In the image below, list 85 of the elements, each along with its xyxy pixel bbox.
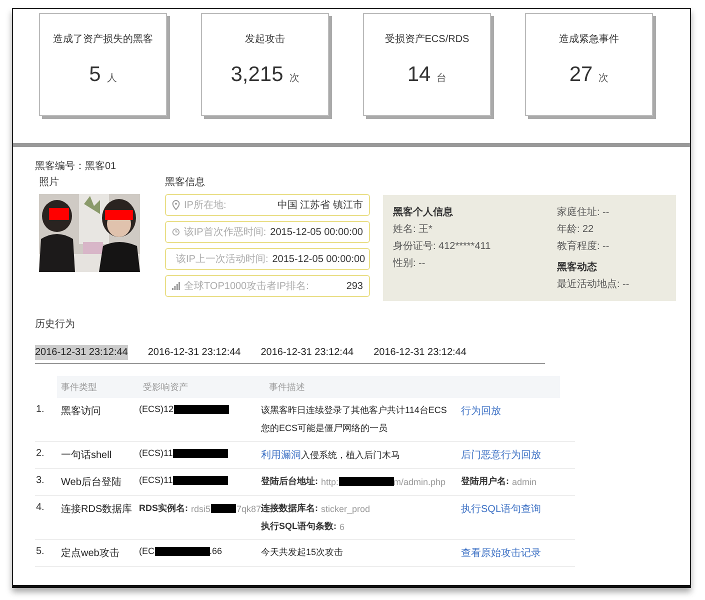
field-value: m/admin.php xyxy=(394,476,446,486)
panel-text: 姓名: 王* xyxy=(393,223,434,236)
field-value: admin xyxy=(512,476,537,486)
row-number: 3. xyxy=(35,475,46,486)
info-value: 293 xyxy=(346,280,363,292)
history-title: 历史行为 xyxy=(35,318,76,331)
field-value: 7qk87 xyxy=(236,504,261,514)
cell-text: (EC xyxy=(139,546,154,556)
cell-text: .66 xyxy=(210,546,222,556)
column-header: 事件类型 xyxy=(60,380,98,394)
info-value: 中国 江苏省 镇江市 xyxy=(277,198,363,212)
cell-text: 入侵系统，植入后门木马 xyxy=(301,448,400,462)
photo-label: 照片 xyxy=(39,176,60,189)
redaction-bar xyxy=(172,448,228,458)
field-value: sticker_prod xyxy=(321,504,370,514)
stat-value: 27 xyxy=(569,63,593,87)
field-value: 6 xyxy=(340,522,345,532)
panel-text: 最近活动地点: -- xyxy=(556,278,630,291)
event-type: 黑客访问 xyxy=(61,404,102,418)
info-label: 全球TOP1000攻击者IP排名: xyxy=(184,280,309,293)
link[interactable]: 查看原始攻击记录 xyxy=(461,546,541,560)
info-label: IP所在地: xyxy=(184,198,226,212)
cell-text: (ECS)11 xyxy=(139,475,173,485)
clock-icon xyxy=(172,227,180,237)
info-value: 2015-12-05 00:00:00 xyxy=(270,226,363,238)
redaction-bar xyxy=(172,476,228,484)
link[interactable]: 利用漏洞 xyxy=(261,448,301,462)
stat-unit: 次 xyxy=(598,72,609,85)
signal-bars-icon xyxy=(172,282,180,290)
date-tab[interactable]: 2016-12-31 23:12:44 xyxy=(260,345,354,360)
column-header: 事件描述 xyxy=(268,380,306,394)
redaction-bar xyxy=(154,546,210,556)
event-type: 定点web攻击 xyxy=(61,546,120,560)
link[interactable]: 后门恶意行为回放 xyxy=(461,448,541,462)
link[interactable]: 执行SQL语句查询 xyxy=(461,502,542,516)
cell-text: (ECS)11 xyxy=(139,448,173,458)
location-pin-icon xyxy=(172,200,180,210)
panel-text: 身份证号: 412*****411 xyxy=(393,240,492,253)
panel-heading: 黑客个人信息 xyxy=(393,205,454,219)
stat-title: 发起攻击 xyxy=(245,32,285,46)
panel-heading: 黑客动态 xyxy=(556,260,598,274)
date-tab[interactable]: 2016-12-31 23:12:44 xyxy=(35,345,128,360)
redaction-bar xyxy=(338,477,394,486)
stat-unit: 人 xyxy=(106,72,117,85)
stat-unit: 台 xyxy=(436,72,447,85)
cell-text: 今天共发起15次攻击 xyxy=(261,546,344,559)
cell-text: (ECS)12 xyxy=(139,404,174,414)
field-value: rdsi5 xyxy=(191,504,211,514)
panel-text: 教育程度: -- xyxy=(556,240,610,253)
stat-value: 3,215 xyxy=(230,63,284,87)
date-tab[interactable]: 2016-12-31 23:12:44 xyxy=(374,345,466,360)
stat-title: 受损资产ECS/RDS xyxy=(384,32,470,46)
info-label: 该IP上一次活动时间: xyxy=(176,252,268,266)
stat-unit: 次 xyxy=(289,72,300,85)
row-number: 4. xyxy=(35,502,46,513)
stat-value: 5 xyxy=(89,63,101,87)
row-number: 1. xyxy=(35,404,46,415)
event-type: 一句话shell xyxy=(61,448,113,462)
field-label: 连接数据库名: xyxy=(261,502,318,515)
panel-text: 性别: -- xyxy=(393,256,426,270)
stat-title: 造成了资产损失的黑客 xyxy=(53,32,153,46)
event-type: 连接RDS数据库 xyxy=(61,502,134,516)
panel-text: 家庭住址: -- xyxy=(556,206,610,219)
field-label: RDS实例名: xyxy=(139,502,188,515)
redaction-bar xyxy=(210,504,236,513)
row-number: 2. xyxy=(35,448,46,459)
field-label: 执行SQL语句条数: xyxy=(261,520,336,533)
field-label: 登陆用户名: xyxy=(461,475,509,488)
column-header: 受影响资产 xyxy=(142,380,189,394)
row-number: 5. xyxy=(35,546,46,557)
cell-text: 您的ECS可能是僵尸网络的一员 xyxy=(261,422,388,435)
redaction-bar xyxy=(174,404,229,414)
link[interactable]: 行为回放 xyxy=(461,404,501,418)
event-type: Web后台登陆 xyxy=(61,476,122,489)
hacker-id: 黑客编号：黑客01 xyxy=(35,160,118,173)
info-label: 黑客信息 xyxy=(165,176,206,189)
panel-text: 年龄: 22 xyxy=(556,222,595,236)
date-tab[interactable]: 2016-12-31 23:12:44 xyxy=(148,345,241,360)
stat-value: 14 xyxy=(407,63,431,87)
field-label: 登陆后台地址: xyxy=(261,475,318,488)
info-value: 2015-12-05 00:00:00 xyxy=(272,254,366,264)
cell-text: 该黑客昨日连续登录了其他客户共计114台ECS xyxy=(261,404,447,417)
stat-title: 造成紧急事件 xyxy=(559,32,619,46)
field-value: http: xyxy=(321,476,339,486)
info-label: 该IP首次作恶时间: xyxy=(184,226,266,239)
